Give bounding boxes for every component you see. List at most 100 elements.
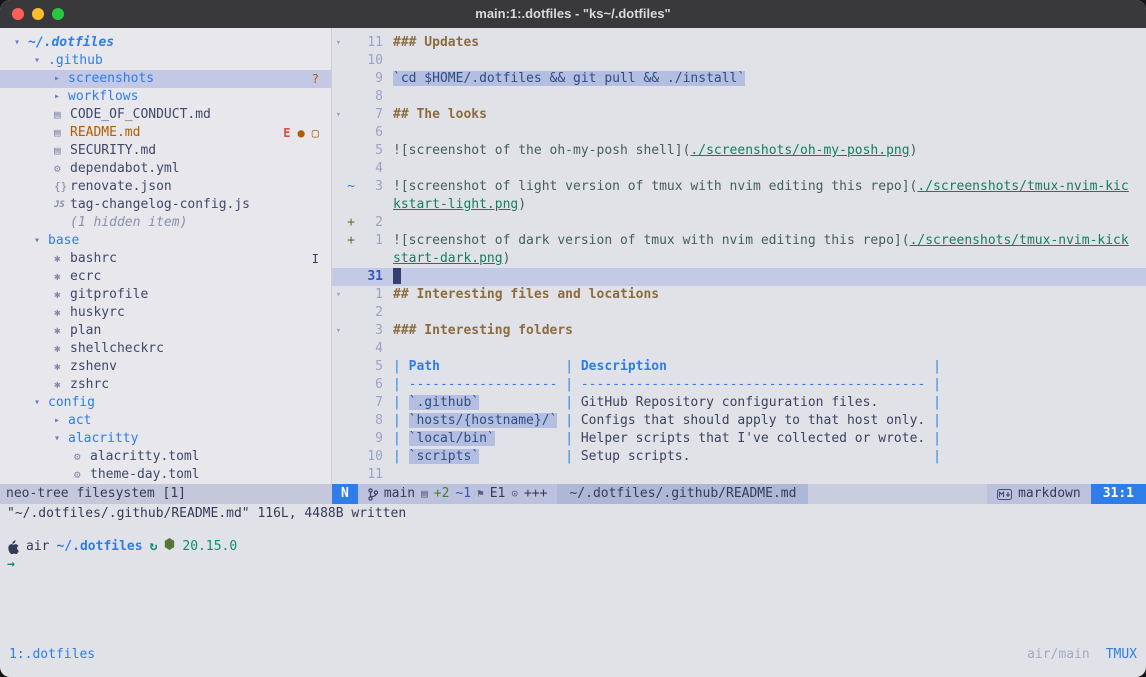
sign-column <box>345 88 357 106</box>
tree-item[interactable]: ▾base <box>0 232 331 250</box>
fold-open-icon[interactable]: ▾ <box>332 322 345 340</box>
line-text: start-dark.png) <box>393 250 1146 268</box>
chevron-down-icon[interactable]: ▾ <box>14 34 28 52</box>
tree-item-label: tag-changelog-config.js <box>70 196 250 214</box>
fold-column <box>332 88 345 106</box>
close-button[interactable] <box>12 8 24 20</box>
chevron-right-icon[interactable]: ▸ <box>54 70 68 88</box>
editor-line[interactable]: 8 <box>332 88 1146 106</box>
chevron-right-icon[interactable]: ▸ <box>54 88 68 106</box>
tree-item[interactable]: ⚙alacritty.toml <box>0 448 331 466</box>
editor-line[interactable]: 5| Path | Description | <box>332 358 1146 376</box>
tree-item[interactable]: {}renovate.json <box>0 178 331 196</box>
tree-item[interactable]: ▤README.mdE●▢ <box>0 124 331 142</box>
tree-item[interactable]: ▤CODE_OF_CONDUCT.md <box>0 106 331 124</box>
editor-line[interactable]: 9`cd $HOME/.dotfiles && git pull && ./in… <box>332 70 1146 88</box>
fullscreen-button[interactable] <box>52 8 64 20</box>
markdown-icon <box>997 489 1012 500</box>
braces-icon: {} <box>54 178 70 196</box>
tree-item[interactable]: JStag-changelog-config.js <box>0 196 331 214</box>
tree-item-label: shellcheckrc <box>70 340 164 358</box>
editor-line[interactable]: 7| `.github` | GitHub Repository configu… <box>332 394 1146 412</box>
tmux-status-bar: 1:.dotfiles air/main TMUX <box>0 645 1146 665</box>
minimize-button[interactable] <box>32 8 44 20</box>
text-segment: | <box>565 431 581 446</box>
tree-item[interactable]: ✱zshrc <box>0 376 331 394</box>
status-badge: E <box>283 124 290 142</box>
line-number: 8 <box>357 412 383 430</box>
editor-line[interactable]: 6| ------------------- | ---------------… <box>332 376 1146 394</box>
tree-item[interactable]: ▾alacritty <box>0 430 331 448</box>
tree-item[interactable]: ▾~/.dotfiles <box>0 34 331 52</box>
tree-item[interactable]: ✱huskyrc <box>0 304 331 322</box>
tree-item[interactable]: ⚙theme-day.toml <box>0 466 331 484</box>
editor-line[interactable]: 11 <box>332 466 1146 484</box>
editor-line[interactable]: 6 <box>332 124 1146 142</box>
editor-line[interactable]: +1![screenshot of dark version of tmux w… <box>332 232 1146 250</box>
tree-item[interactable]: ▾.github <box>0 52 331 70</box>
editor-line[interactable]: ▾1## Interesting files and locations <box>332 286 1146 304</box>
editor-line[interactable]: 5![screenshot of the oh-my-posh shell](.… <box>332 142 1146 160</box>
editor-line[interactable]: +2 <box>332 214 1146 232</box>
buffer-icon: ▤ <box>421 484 428 504</box>
filetype-label: markdown <box>1018 484 1081 504</box>
gear-icon: ⚙ <box>74 466 90 484</box>
tree-item[interactable]: (1 hidden item) <box>0 214 331 232</box>
blank-icon <box>54 214 70 232</box>
tree-item[interactable]: ✱gitprofile <box>0 286 331 304</box>
editor-pane[interactable]: ▾11### Updates109`cd $HOME/.dotfiles && … <box>332 28 1146 484</box>
tree-item-label: theme-day.toml <box>90 466 200 484</box>
chevron-down-icon[interactable]: ▾ <box>54 430 68 448</box>
tree-item-label: README.md <box>70 124 140 142</box>
editor-line[interactable]: ▾7## The looks <box>332 106 1146 124</box>
tree-item[interactable]: ✱zshenv <box>0 358 331 376</box>
asterisk-icon: ✱ <box>54 286 70 304</box>
fold-open-icon[interactable]: ▾ <box>332 106 345 124</box>
editor-line[interactable]: 10 <box>332 52 1146 70</box>
editor-line[interactable]: ▾3### Interesting folders <box>332 322 1146 340</box>
editor-line[interactable]: 2 <box>332 304 1146 322</box>
line-number: 6 <box>357 376 383 394</box>
chevron-down-icon[interactable]: ▾ <box>34 52 48 70</box>
editor-line[interactable]: 8 | `hosts/{hostname}/` | Configs that sh… <box>332 412 1146 430</box>
tree-item[interactable]: ✱bashrcI <box>0 250 331 268</box>
editor-line[interactable]: ~3![screenshot of light version of tmux … <box>332 178 1146 196</box>
tree-item[interactable]: ▤SECURITY.md <box>0 142 331 160</box>
line-text: | `hosts/{hostname}/` | Configs that sho… <box>393 412 1146 430</box>
editor-line[interactable]: 4 <box>332 160 1146 178</box>
chevron-right-icon[interactable]: ▸ <box>54 412 68 430</box>
chevron-down-icon[interactable]: ▾ <box>34 232 48 250</box>
chevron-down-icon[interactable]: ▾ <box>34 394 48 412</box>
editor-line[interactable]: start-dark.png) <box>332 250 1146 268</box>
line-text <box>393 52 1146 70</box>
shell-prompt-line: air ~/.dotfiles ↻ 20.15.0 <box>0 538 1146 556</box>
tree-item[interactable]: ✱plan <box>0 322 331 340</box>
text-segment: | <box>565 377 581 392</box>
line-number <box>357 196 383 214</box>
tree-item[interactable]: ▸workflows <box>0 88 331 106</box>
tree-item[interactable]: ✱shellcheckrc <box>0 340 331 358</box>
tree-item-label: zshenv <box>70 358 117 376</box>
tmux-window-name[interactable]: 1:.dotfiles <box>9 646 95 664</box>
editor-line[interactable]: 9| `local/bin` | Helper scripts that I'v… <box>332 430 1146 448</box>
line-number <box>357 250 383 268</box>
fold-open-icon[interactable]: ▾ <box>332 286 345 304</box>
row-badges: ? <box>312 70 319 88</box>
editor-line[interactable]: 4 <box>332 340 1146 358</box>
tree-item[interactable]: ⚙dependabot.yml <box>0 160 331 178</box>
text-segment <box>479 395 565 410</box>
javascript-icon: JS <box>54 196 70 214</box>
tree-item[interactable]: ▸act <box>0 412 331 430</box>
fold-open-icon[interactable]: ▾ <box>332 34 345 52</box>
editor-line[interactable]: ▾11### Updates <box>332 34 1146 52</box>
editor-line[interactable]: 31 <box>332 268 1146 286</box>
tree-item[interactable]: ▾config <box>0 394 331 412</box>
editor-line[interactable]: 10| `scripts` | Setup scripts. | <box>332 448 1146 466</box>
tree-item[interactable]: ▸screenshots? <box>0 70 331 88</box>
git-branch-name: main <box>384 484 415 504</box>
editor-line[interactable]: kstart-light.png) <box>332 196 1146 214</box>
tree-item-label: plan <box>70 322 101 340</box>
tree-item[interactable]: ✱ecrc <box>0 268 331 286</box>
sign-column <box>345 466 357 484</box>
line-text: ## Interesting files and locations <box>393 286 1146 304</box>
